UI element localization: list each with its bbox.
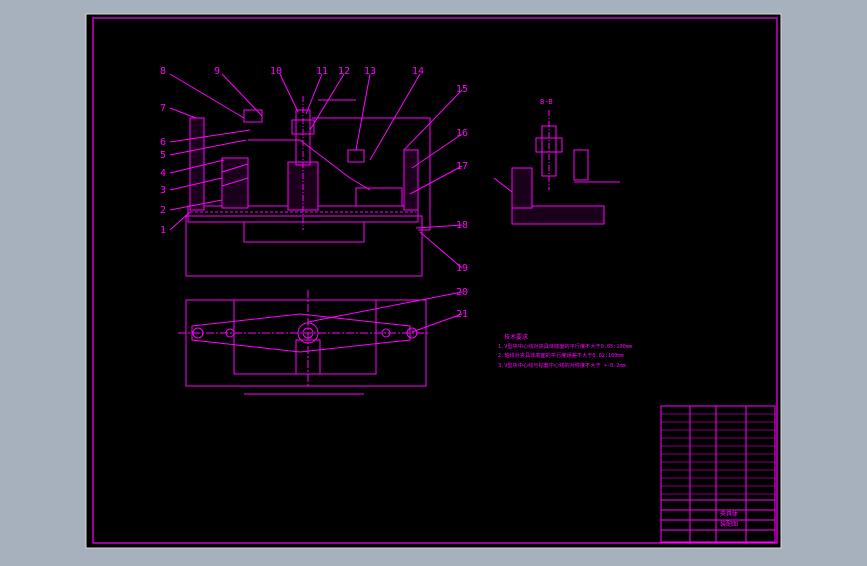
callout-label: 1 xyxy=(160,225,166,236)
callout-label: 19 xyxy=(456,263,468,274)
callout-label: 16 xyxy=(456,128,468,139)
callout-label: 10 xyxy=(270,66,282,77)
notes-line: 1.V型块中心线对夹具体底面的平行度不大于0.05:100mm xyxy=(498,342,632,350)
callout-label: 9 xyxy=(214,66,220,77)
callout-label: 4 xyxy=(160,168,166,179)
sheet-background xyxy=(85,13,782,549)
callout-label: 6 xyxy=(160,137,166,148)
drawing-name: 装配图 xyxy=(720,520,738,528)
part-name: 夹具体 xyxy=(720,510,738,518)
callout-label: 20 xyxy=(456,287,468,298)
cad-viewport[interactable]: 8 9 10 11 12 13 14 7 6 5 4 3 2 1 15 16 17 18 19 20 21 B-B 技术… xyxy=(0,0,867,562)
callout-label: 3 xyxy=(160,185,166,196)
callout-label: 8 xyxy=(160,66,166,77)
left-column xyxy=(189,117,205,211)
callout-label: 15 xyxy=(456,84,468,95)
section-base xyxy=(511,205,605,225)
callout-label: 14 xyxy=(412,66,424,77)
callout-label: 5 xyxy=(160,150,166,161)
callout-label: 13 xyxy=(364,66,376,77)
callout-label: 12 xyxy=(338,66,350,77)
callout-label: 7 xyxy=(160,103,166,114)
section-label: B-B xyxy=(540,98,553,106)
callout-label: 21 xyxy=(456,309,468,320)
section-left-wall xyxy=(511,167,533,209)
callout-label: 18 xyxy=(456,220,468,231)
callout-label: 17 xyxy=(456,161,468,172)
notes-line: 2.轴线对夹具体底面的平行度误差不大于0.02:100mm xyxy=(498,351,624,359)
right-column xyxy=(403,149,419,211)
callout-label: 11 xyxy=(316,66,328,77)
notes-line: 3.V型块中心线与钻套中心线的对称度不大于 +-0.2mm xyxy=(498,361,626,369)
callout-label: 2 xyxy=(160,205,166,216)
drawing-sheet: 8 9 10 11 12 13 14765432115161718192021 B-B 技术… xyxy=(85,13,782,549)
notes-title: 技术要求 xyxy=(504,333,528,341)
